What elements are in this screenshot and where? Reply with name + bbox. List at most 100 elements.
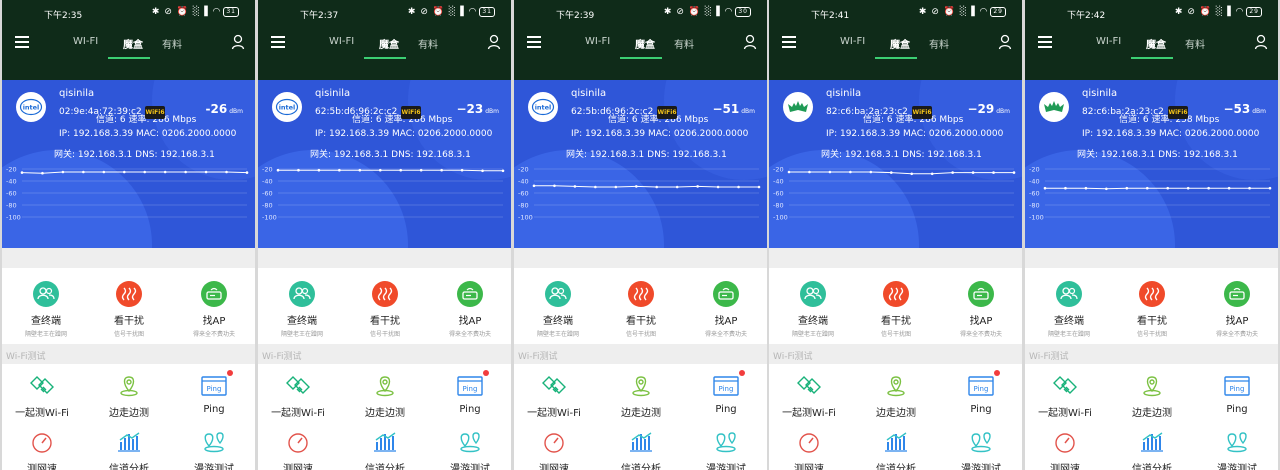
tool-ping[interactable]: Ping Ping	[172, 370, 255, 415]
tool-bar-chart[interactable]: 信道分析	[343, 430, 427, 470]
y-tick-label: -100	[518, 214, 533, 222]
tool-location-pin[interactable]: 边走边测	[87, 374, 171, 419]
tab-wifi[interactable]: WI-FI	[329, 36, 354, 47]
signal-point	[951, 171, 954, 174]
svg-text:Ping: Ping	[207, 385, 222, 393]
feature-heat[interactable]: 看干扰 信号干扰图	[87, 281, 171, 338]
feature-router[interactable]: 找AP 得来全不费功夫	[1195, 281, 1278, 338]
feature-users[interactable]: 查终端 隔壁老王在蹭网	[771, 281, 855, 338]
hamburger-menu-icon[interactable]	[271, 36, 285, 48]
roaming-pins-icon	[460, 432, 480, 453]
feature-subtitle: 信号干扰图	[1136, 331, 1167, 338]
tool-handshake[interactable]: 一起测Wi-Fi	[769, 374, 851, 419]
tool-ping[interactable]: Ping Ping	[1195, 374, 1278, 415]
tab-mohe[interactable]: 魔盒	[890, 36, 910, 51]
users-icon	[37, 287, 55, 300]
signal-history-chart: -20 -40 -60 -80 -100	[262, 166, 505, 222]
tool-location-pin[interactable]: 边走边测	[854, 374, 938, 419]
user-profile-icon[interactable]	[231, 34, 245, 50]
feature-heat[interactable]: 看干扰 信号干扰图	[854, 281, 938, 338]
tab-youliao[interactable]: 有料	[162, 36, 182, 51]
feature-users[interactable]: 查终端 隔壁老王在蹭网	[260, 281, 344, 338]
tab-wifi[interactable]: WI-FI	[585, 36, 610, 47]
tool-handshake[interactable]: 一起测Wi-Fi	[514, 374, 596, 419]
feature-users[interactable]: 查终端 隔壁老王在蹭网	[4, 281, 88, 338]
tool-location-pin[interactable]: 边走边测	[599, 374, 683, 419]
tab-mohe[interactable]: 魔盒	[635, 36, 655, 51]
router-icon	[462, 287, 478, 300]
signal-point	[992, 171, 995, 174]
user-profile-icon[interactable]	[998, 34, 1012, 50]
tool-roaming-pins[interactable]: 漫游测试	[684, 430, 767, 470]
tab-mohe[interactable]: 魔盒	[123, 36, 143, 51]
signal-line	[1045, 187, 1270, 190]
user-profile-icon[interactable]	[487, 34, 501, 50]
signal-point	[889, 171, 893, 174]
tab-youliao[interactable]: 有料	[418, 36, 438, 51]
tab-wifi[interactable]: WI-FI	[73, 36, 98, 47]
tab-wifi[interactable]: WI-FI	[840, 36, 865, 47]
feature-heat[interactable]: 看干扰 信号干扰图	[599, 281, 683, 338]
tool-icon-wrap: Ping	[200, 370, 233, 398]
feature-heat[interactable]: 看干扰 信号干扰图	[343, 281, 427, 338]
feature-circle	[800, 281, 826, 307]
feature-heat[interactable]: 看干扰 信号干扰图	[1110, 281, 1194, 338]
y-tick-label: -100	[6, 214, 21, 222]
tool-speedometer[interactable]: 测网速	[514, 430, 596, 470]
tool-speedometer[interactable]: 测网速	[2, 430, 84, 470]
signal-point	[440, 168, 443, 172]
signal-point	[122, 170, 126, 174]
tool-roaming-pins[interactable]: 漫游测试	[428, 430, 511, 470]
tool-handshake[interactable]: 一起测Wi-Fi	[1025, 374, 1107, 419]
tab-mohe[interactable]: 魔盒	[379, 36, 399, 51]
tool-icon-wrap	[795, 374, 823, 398]
divider	[258, 248, 511, 268]
tool-bar-chart[interactable]: 信道分析	[854, 430, 938, 470]
tool-ping[interactable]: Ping Ping	[939, 370, 1022, 415]
feature-router[interactable]: 找AP 得来全不费功夫	[684, 281, 767, 338]
tool-location-pin[interactable]: 边走边测	[1110, 374, 1194, 419]
hamburger-menu-icon[interactable]	[15, 36, 29, 48]
tab-wifi[interactable]: WI-FI	[1096, 36, 1121, 47]
feature-router[interactable]: 找AP 得来全不费功夫	[939, 281, 1022, 338]
feature-users[interactable]: 查终端 隔壁老王在蹭网	[1027, 281, 1111, 338]
tool-ping[interactable]: Ping Ping	[428, 370, 511, 415]
user-profile-icon[interactable]	[743, 34, 757, 50]
tool-ping[interactable]: Ping Ping	[684, 370, 767, 415]
signal-point	[573, 185, 577, 188]
tool-bar-chart[interactable]: 信道分析	[87, 430, 171, 470]
tool-speedometer[interactable]: 测网速	[769, 430, 851, 470]
tool-roaming-pins[interactable]: 漫游测试	[172, 430, 255, 470]
tool-bar-chart[interactable]: 信道分析	[1110, 430, 1194, 470]
tool-bar-chart[interactable]: 信道分析	[599, 430, 683, 470]
tool-speedometer[interactable]: 测网速	[258, 430, 340, 470]
tab-youliao[interactable]: 有料	[1185, 36, 1205, 51]
tool-location-pin[interactable]: 边走边测	[343, 374, 427, 419]
tab-mohe[interactable]: 魔盒	[1146, 36, 1166, 51]
handshake-icon	[1053, 376, 1077, 394]
feature-circle	[116, 281, 142, 307]
tool-handshake[interactable]: 一起测Wi-Fi	[2, 374, 84, 419]
signal-point	[225, 170, 228, 174]
tab-youliao[interactable]: 有料	[929, 36, 949, 51]
signal-point	[1064, 186, 1067, 190]
bar-chart-icon	[374, 432, 396, 452]
user-profile-icon[interactable]	[1254, 34, 1268, 50]
hamburger-menu-icon[interactable]	[782, 36, 796, 48]
hamburger-menu-icon[interactable]	[527, 36, 541, 48]
signal-point	[594, 185, 597, 189]
app-header: 下午2:42 ✱ ⊘ ⏰ ░▐ ◠ 29 WI-FI 魔盒 有料	[1025, 0, 1278, 80]
signal-point	[634, 185, 638, 188]
bar-chart-icon	[885, 432, 907, 452]
tool-roaming-pins[interactable]: 漫游测试	[1195, 430, 1278, 470]
signal-history-chart: -20 -40 -60 -80 -100	[518, 166, 761, 222]
feature-router[interactable]: 找AP 得来全不费功夫	[428, 281, 511, 338]
tool-roaming-pins[interactable]: 漫游测试	[939, 430, 1022, 470]
tab-youliao[interactable]: 有料	[674, 36, 694, 51]
feature-users[interactable]: 查终端 隔壁老王在蹭网	[516, 281, 600, 338]
signal-point	[61, 170, 65, 174]
tool-handshake[interactable]: 一起测Wi-Fi	[258, 374, 340, 419]
hamburger-menu-icon[interactable]	[1038, 36, 1052, 48]
tool-speedometer[interactable]: 测网速	[1025, 430, 1107, 470]
feature-router[interactable]: 找AP 得来全不费功夫	[172, 281, 255, 338]
